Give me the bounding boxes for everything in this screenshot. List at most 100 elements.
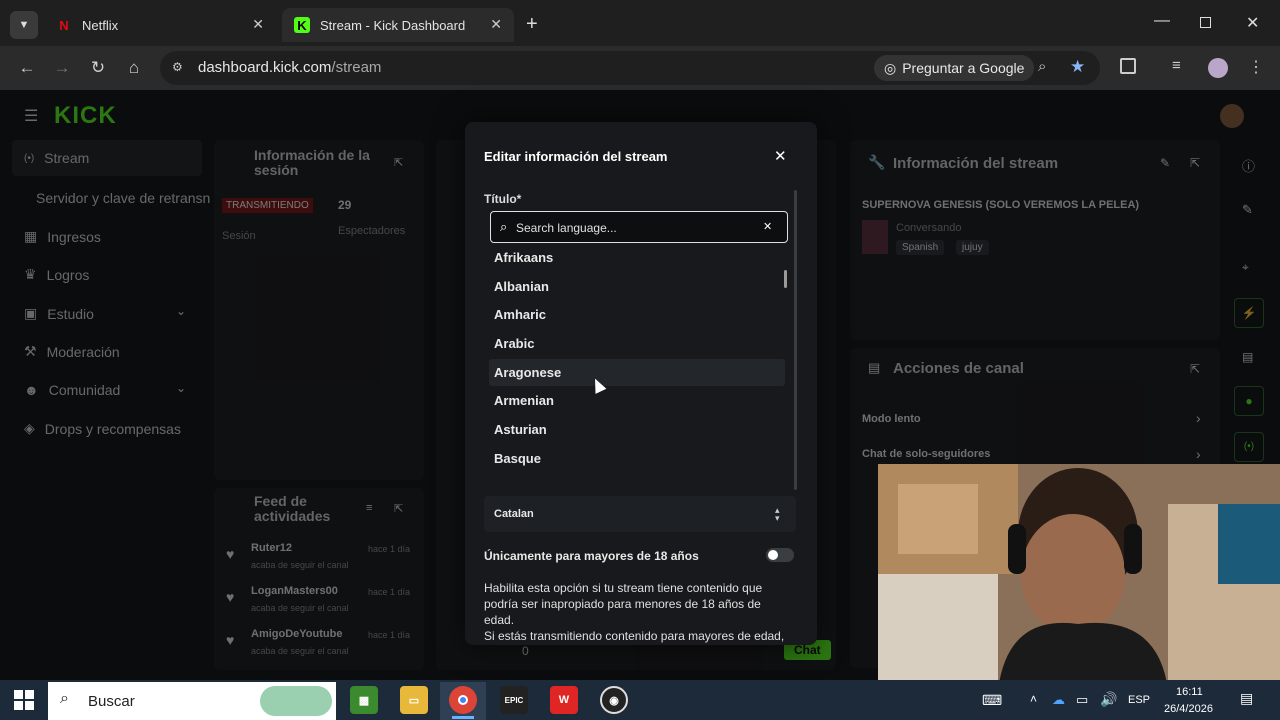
back-icon[interactable]: ← xyxy=(17,58,37,78)
document-icon[interactable]: ▤ xyxy=(1242,350,1253,364)
close-tab-icon[interactable]: ✕ xyxy=(490,16,502,33)
sidebar-item-estudio[interactable]: ▣ Estudio xyxy=(24,305,94,322)
chevron-right-icon[interactable]: › xyxy=(1196,410,1201,426)
action-followers-chat[interactable]: Chat de solo-seguidores xyxy=(862,448,990,460)
close-modal-icon[interactable]: ✕ xyxy=(774,147,787,165)
edit-icon[interactable]: ✎ xyxy=(1160,156,1170,170)
community-icon: ☻ xyxy=(24,382,39,398)
menu-icon[interactable]: ☰ xyxy=(24,106,38,126)
sidebar-item-logros[interactable]: ♛ Logros xyxy=(24,266,89,283)
url-text[interactable]: dashboard.kick.com/stream xyxy=(198,59,381,76)
tray-keyboard-icon[interactable]: ⌨ xyxy=(982,692,1002,709)
clock-date[interactable]: 26/4/2026 xyxy=(1164,703,1213,715)
clear-search-icon[interactable]: ✕ xyxy=(763,220,772,233)
profile-avatar[interactable] xyxy=(1208,58,1228,78)
close-window-icon[interactable]: ✕ xyxy=(1246,13,1259,33)
filter-icon[interactable]: ≡ xyxy=(366,502,372,514)
file-explorer-icon[interactable]: ▭ xyxy=(400,686,428,714)
label: Moderación xyxy=(46,343,120,360)
lightning-icon[interactable]: ⚡ xyxy=(1234,298,1264,328)
info-icon[interactable]: ⓘ xyxy=(1242,156,1255,175)
kick-logo[interactable]: KICK xyxy=(54,102,117,130)
session-label: Sesión xyxy=(222,230,256,242)
notifications-icon[interactable]: ▤ xyxy=(1240,690,1253,707)
home-icon[interactable]: ⌂ xyxy=(124,58,144,78)
ask-google-label: Preguntar a Google xyxy=(902,60,1025,76)
sidebar-item-ingresos[interactable]: ▦ Ingresos xyxy=(24,228,101,245)
popout-icon[interactable]: ⇱ xyxy=(1190,156,1200,170)
epic-games-icon[interactable]: EPIC xyxy=(500,686,528,714)
onedrive-icon[interactable]: ☁ xyxy=(1052,692,1065,708)
language-option-hovered[interactable]: Aragonese xyxy=(489,359,785,386)
viewer-count: 29 xyxy=(338,198,352,212)
broadcast-icon[interactable]: (•) xyxy=(1234,432,1264,462)
follower-name: Ruter12 xyxy=(251,542,292,554)
new-tab-button[interactable]: + xyxy=(526,14,538,34)
list-item: ♥ AmigoDeYoutube hace 1 día acaba de seg… xyxy=(226,628,416,664)
extensions-icon[interactable] xyxy=(1120,58,1136,74)
browser-menu-icon[interactable]: ⋮ xyxy=(1248,57,1264,77)
volume-icon[interactable]: 🔊 xyxy=(1100,691,1117,708)
language-option[interactable]: Armenian xyxy=(494,387,784,414)
list-scrollbar-thumb[interactable] xyxy=(784,270,787,288)
language-option[interactable]: Albanian xyxy=(494,273,784,300)
user-avatar[interactable] xyxy=(1220,104,1244,128)
studio-icon: ▣ xyxy=(24,305,38,321)
network-icon[interactable]: ▭ xyxy=(1076,692,1088,708)
chevron-right-icon[interactable]: › xyxy=(1196,446,1201,462)
minecraft-icon[interactable]: ▩ xyxy=(350,686,378,714)
wps-icon[interactable]: W xyxy=(550,686,578,714)
close-tab-icon[interactable]: ✕ xyxy=(252,16,264,33)
mature-toggle[interactable] xyxy=(766,548,794,562)
windows-start-icon[interactable] xyxy=(14,690,34,710)
sidebar-item-comunidad[interactable]: ☻ Comunidad xyxy=(24,382,120,398)
tab-netflix[interactable]: N Netflix ✕ xyxy=(44,8,276,42)
stream-icon: (•) xyxy=(24,152,35,164)
pencil-icon[interactable]: ✎ xyxy=(1242,202,1253,218)
sidebar-item-drops[interactable]: ◈ Drops y recompensas xyxy=(24,420,181,437)
mature-label: Únicamente para mayores de 18 años xyxy=(484,549,699,563)
language-option[interactable]: Basque xyxy=(494,445,784,472)
forward-icon[interactable]: → xyxy=(52,58,72,78)
language-search-input[interactable]: Search language... xyxy=(516,221,617,235)
modal-title: Editar información del stream xyxy=(484,149,668,164)
language-option[interactable]: Arabic xyxy=(494,330,784,357)
sidebar-item-server[interactable]: Servidor y clave de retransn xyxy=(36,190,210,206)
session-title: Información de la sesión xyxy=(254,147,370,178)
url-host: dashboard.kick.com xyxy=(198,59,332,76)
tray-chevron-icon[interactable]: ˄ xyxy=(1030,692,1037,706)
language-option[interactable]: Amharic xyxy=(494,301,784,328)
chevron-down-icon[interactable]: ⌄ xyxy=(176,381,186,395)
action-slow-mode[interactable]: Modo lento xyxy=(862,413,921,425)
taskbar-search-label: Buscar xyxy=(88,693,135,710)
popout-icon[interactable]: ⇱ xyxy=(394,502,403,515)
media-controls-icon[interactable]: ≡ xyxy=(1172,57,1181,74)
zoom-icon[interactable]: ⌕ xyxy=(1038,58,1046,75)
chat-bubble-icon[interactable]: ● xyxy=(1234,386,1264,416)
desc-line: Si estás transmitiendo contenido para ma… xyxy=(484,629,785,643)
popout-icon[interactable]: ⇱ xyxy=(1190,362,1200,376)
taskbar-search-box[interactable]: ⌕ Buscar xyxy=(48,682,336,720)
clock-time[interactable]: 16:11 xyxy=(1176,686,1203,698)
restore-icon[interactable] xyxy=(1200,17,1211,28)
language-option[interactable]: Asturian xyxy=(494,416,784,443)
popout-icon[interactable]: ⇱ xyxy=(394,156,403,169)
chevron-down-icon[interactable]: ⌄ xyxy=(176,304,186,318)
ask-google-button[interactable]: ◎ Preguntar a Google xyxy=(874,55,1035,81)
language-indicator[interactable]: ESP xyxy=(1128,694,1150,706)
viewers-label: Espectadores xyxy=(338,225,406,237)
sidebar-item-moderacion[interactable]: ⚒ Moderación xyxy=(24,343,120,360)
target-icon[interactable]: ⌖ xyxy=(1242,260,1249,275)
bookmark-star-icon[interactable]: ★ xyxy=(1070,57,1085,77)
language-option[interactable]: Afrikaans xyxy=(494,244,784,271)
chrome-icon[interactable] xyxy=(449,686,477,714)
tab-kick-dashboard[interactable]: K Stream - Kick Dashboard ✕ xyxy=(282,8,514,42)
tab-search-button[interactable]: ▼ xyxy=(10,11,38,39)
kick-icon: K xyxy=(294,17,310,33)
reload-icon[interactable]: ↻ xyxy=(88,58,108,78)
site-info-icon[interactable]: ⚙ xyxy=(172,60,183,74)
minimize-icon[interactable]: — xyxy=(1154,12,1170,30)
gift-icon: ◈ xyxy=(24,420,35,436)
obs-icon[interactable]: ◉ xyxy=(600,686,628,714)
modal-scrollbar[interactable] xyxy=(794,190,797,490)
